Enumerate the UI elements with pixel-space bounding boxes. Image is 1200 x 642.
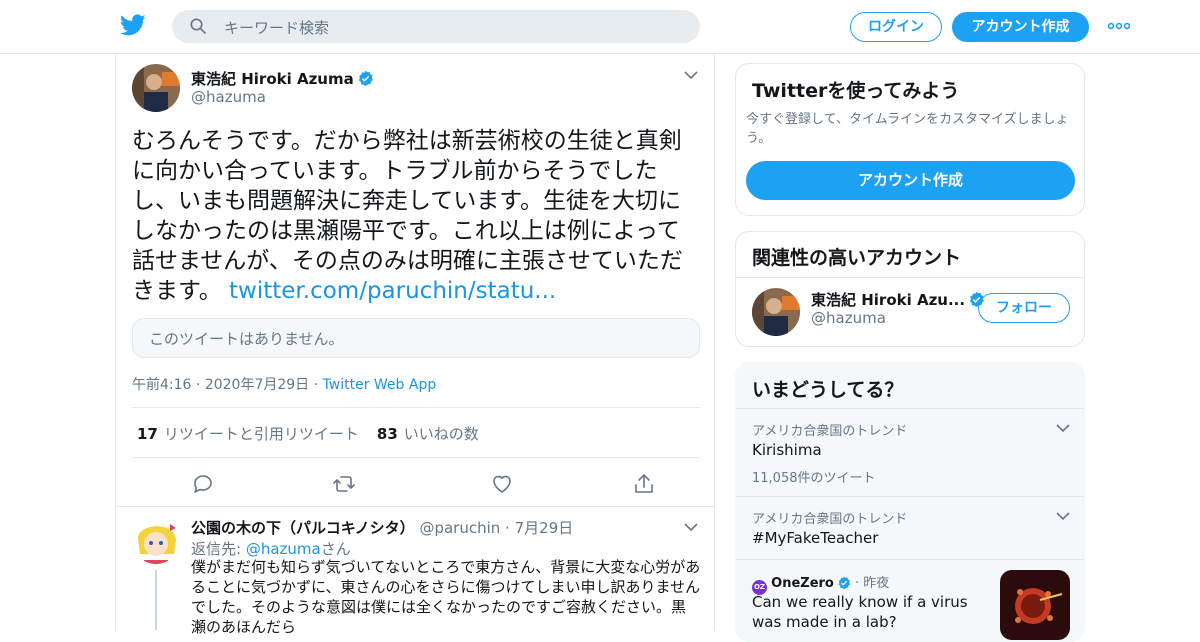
verified-icon <box>358 70 373 86</box>
search-placeholder: キーワード検索 <box>224 19 330 37</box>
signup-card: Twitterを使ってみよう 今すぐ登録して、タイムラインをカスタマイズしましょ… <box>735 63 1085 216</box>
thread-line <box>155 570 157 630</box>
related-title: 関連性の高いアカウント <box>752 247 962 269</box>
divider <box>132 457 700 458</box>
signup-card-description: 今すぐ登録して、タイムラインをカスタマイズしましょう。 <box>746 112 1069 146</box>
news-time: 昨夜 <box>863 576 890 591</box>
tweet-meta: 午前4:16 · 2020年7月29日 · Twitter Web App <box>132 377 437 393</box>
divider <box>132 407 700 408</box>
tweet-date[interactable]: 2020年7月29日 <box>205 377 309 393</box>
share-icon[interactable] <box>632 472 656 496</box>
reply-author-name[interactable]: 公園の木の下（パルコキノシタ） <box>191 519 415 537</box>
related-account-name[interactable]: 東浩紀 Hiroki Azu... <box>811 289 985 310</box>
login-button[interactable]: ログイン <box>850 12 942 42</box>
trends-card: いまどうしてる？ アメリカ合衆国のトレンド Kirishima 11,058件の… <box>735 362 1085 642</box>
reply-icon[interactable] <box>191 472 215 496</box>
trends-title: いまどうしてる？ <box>752 379 904 401</box>
avatar[interactable] <box>132 64 180 112</box>
reply-author-handle[interactable]: @paruchin <box>419 519 500 537</box>
signup-button[interactable]: アカウント作成 <box>952 12 1089 42</box>
twitter-logo-icon[interactable] <box>120 12 146 38</box>
author-handle[interactable]: @hazuma <box>191 88 266 106</box>
related-name-text: 東浩紀 Hiroki Azu... <box>811 291 966 309</box>
reply-dot: · <box>505 519 510 537</box>
reply-to-handle[interactable]: @hazuma <box>246 540 321 558</box>
tweet-actions <box>132 468 700 498</box>
tweet-time[interactable]: 午前4:16 <box>132 377 191 393</box>
divider <box>736 277 1084 278</box>
retweet-label: リツイートと引用リツイート <box>163 425 359 443</box>
like-icon[interactable] <box>490 472 514 496</box>
top-bar: キーワード検索 ログイン アカウント作成 <box>0 0 1200 54</box>
like-stat[interactable]: 83 いいねの数 <box>377 425 479 443</box>
search-input[interactable]: キーワード検索 <box>172 10 700 43</box>
main-column: 東浩紀 Hiroki Azuma @hazuma むろんそうです。だから弊社は新… <box>115 54 715 636</box>
reply-to: 返信先: @hazumaさん <box>191 538 351 559</box>
news-source-name: OneZero <box>771 576 834 591</box>
follow-button[interactable]: フォロー <box>978 293 1070 323</box>
quote-unavailable: このツイートはありません。 <box>132 318 700 358</box>
avatar[interactable] <box>752 288 800 336</box>
trend-count: 11,058件のツイート <box>752 471 876 486</box>
like-count: 83 <box>376 425 398 443</box>
search-icon <box>190 18 206 34</box>
reply-to-suffix: さん <box>320 540 351 558</box>
author-name-text: 東浩紀 Hiroki Azuma <box>191 70 354 88</box>
author-name[interactable]: 東浩紀 Hiroki Azuma <box>191 68 374 89</box>
retweet-count: 17 <box>137 425 158 443</box>
divider <box>116 506 714 507</box>
trend-item[interactable]: アメリカ合衆国のトレンド #MyFakeTeacher <box>736 496 1084 559</box>
trend-name: Kirishima <box>752 441 822 459</box>
retweet-icon[interactable] <box>332 472 356 496</box>
tweet-text: むろんそうです。だから弊社は新芸術校の生徒と真剣に向かい合っています。トラブル前… <box>132 126 702 306</box>
related-account-handle[interactable]: @hazuma <box>811 309 886 327</box>
tweet-source[interactable]: Twitter Web App <box>323 377 437 393</box>
chevron-down-icon[interactable] <box>684 70 698 80</box>
signup-card-title: Twitterを使ってみよう <box>752 80 960 102</box>
retweet-stat[interactable]: 17 リツイートと引用リツイート <box>137 425 359 443</box>
trend-context: アメリカ合衆国のトレンド <box>752 424 908 439</box>
create-account-button[interactable]: アカウント作成 <box>746 161 1075 200</box>
news-title: Can we really know if a virus was made i… <box>752 593 968 631</box>
reply-header: 公園の木の下（パルコキノシタ） @paruchin · 7月29日 <box>191 517 573 538</box>
reply-to-prefix: 返信先: <box>191 540 246 558</box>
reply-text: 僕がまだ何も知らず気づいてないところで東方さん、背景に大変な心労があることに気づ… <box>191 558 701 636</box>
tweet-link[interactable]: twitter.com/paruchin/statu... <box>229 278 556 304</box>
related-accounts-card: 関連性の高いアカウント 東浩紀 Hiroki Azu... @hazuma フォ… <box>735 231 1085 347</box>
verified-icon <box>838 576 850 590</box>
chevron-down-icon[interactable] <box>1056 423 1070 433</box>
trend-item[interactable]: アメリカ合衆国のトレンド Kirishima 11,058件のツイート <box>736 408 1084 496</box>
trend-context: アメリカ合衆国のトレンド <box>752 512 908 527</box>
tweet-stats: 17 リツイートと引用リツイート 83 いいねの数 <box>137 423 479 444</box>
reply-date[interactable]: 7月29日 <box>515 519 574 537</box>
chevron-down-icon[interactable] <box>1056 511 1070 521</box>
trend-name: #MyFakeTeacher <box>752 529 879 547</box>
like-label: いいねの数 <box>403 425 479 443</box>
avatar[interactable] <box>132 516 180 564</box>
more-icon[interactable] <box>1108 22 1130 30</box>
chevron-down-icon[interactable] <box>684 522 698 532</box>
